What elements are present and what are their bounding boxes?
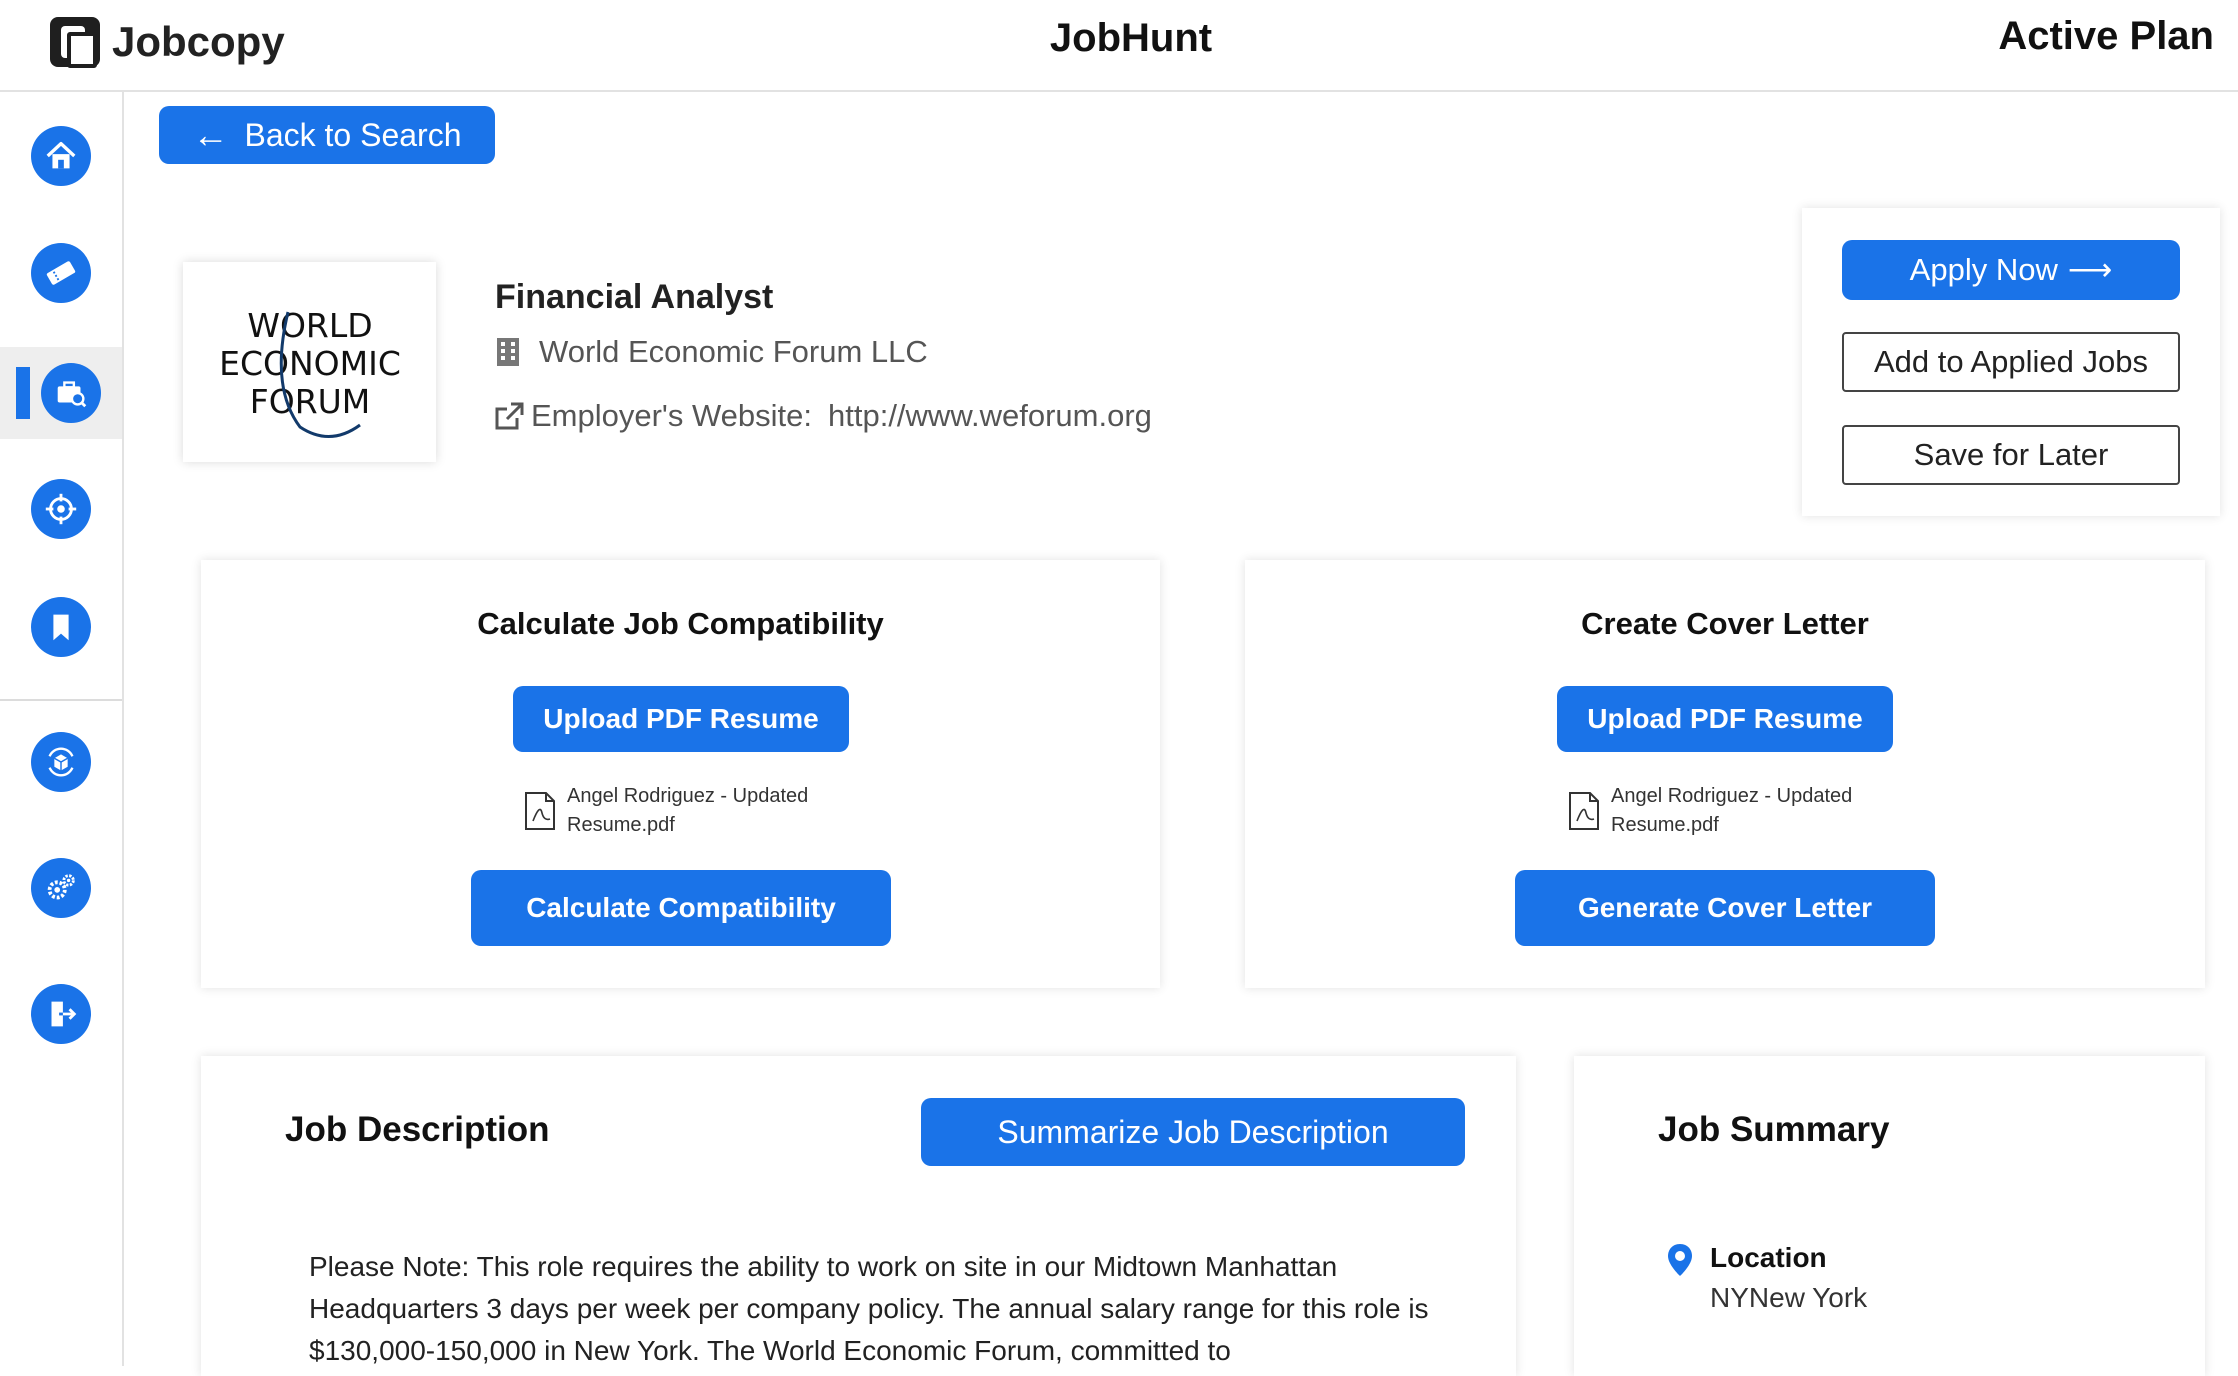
job-description-title: Job Description [285,1110,550,1149]
active-plan-link[interactable]: Active Plan [1998,14,2214,59]
sidebar-item-logout[interactable] [0,968,122,1060]
uploaded-file-name: Angel Rodriguez - Updated Resume.pdf [567,785,809,836]
website-label: Employer's Website: [531,398,812,433]
sidebar-item-packages[interactable] [0,716,122,808]
company-logo: WORLD ECONOMIC FORUM [183,262,436,462]
location-pin-icon [1668,1244,1692,1276]
job-actions-card: Apply Now ⟶ Add to Applied Jobs Save for… [1802,208,2220,516]
arrow-left-icon: ← [192,114,229,155]
logo-word-1: WORLD [247,306,372,345]
app-title: JobHunt [1049,16,1213,60]
sidebar-item-home[interactable] [0,110,122,202]
building-icon [497,338,519,366]
job-description-card: Job Description Summarize Job Descriptio… [201,1056,1516,1376]
sidebar-item-saved[interactable] [0,581,122,673]
sidebar-item-tickets[interactable] [0,227,122,319]
logout-icon [31,984,91,1044]
company-name-row: World Economic Forum LLC [495,334,928,370]
logo-word-3: FORUM [249,382,370,421]
job-summary-card: Job Summary Location NYNew York [1574,1056,2205,1376]
job-summary-title: Job Summary [1658,1110,1890,1149]
gears-icon [31,858,91,918]
summarize-job-description-button[interactable]: Summarize Job Description [921,1098,1465,1166]
active-indicator [16,367,30,419]
pdf-file-icon [1569,792,1599,830]
sidebar-item-targets[interactable] [0,463,122,555]
home-icon [31,126,91,186]
briefcase-search-icon [41,363,101,423]
compatibility-title: Calculate Job Compatibility [477,606,884,641]
job-title: Financial Analyst [495,278,774,316]
sidebar-item-settings[interactable] [0,842,122,934]
bookmark-icon [31,597,91,657]
back-to-search-label: Back to Search [244,116,462,153]
target-icon [31,479,91,539]
cover-letter-title: Create Cover Letter [1581,606,1869,641]
generate-cover-letter-button[interactable]: Generate Cover Letter [1515,870,1935,946]
upload-resume-button[interactable]: Upload PDF Resume [1557,686,1893,752]
company-name: World Economic Forum LLC [539,334,928,369]
arrow-right-icon: ⟶ [2067,252,2113,287]
sidebar-item-jobs[interactable] [0,347,122,439]
compatibility-card: Calculate Job Compatibility Upload PDF R… [201,560,1160,988]
sidebar-divider [0,699,122,701]
top-bar: Jobcopy JobHunt Active Plan [0,0,2238,92]
uploaded-file: Angel Rodriguez - Updated Resume.pdf [1567,782,1891,840]
sidebar [0,92,124,1366]
save-for-later-button[interactable]: Save for Later [1842,425,2180,485]
uploaded-file-name: Angel Rodriguez - Updated Resume.pdf [1611,785,1853,836]
uploaded-file: Angel Rodriguez - Updated Resume.pdf [523,782,847,840]
pdf-file-icon [525,792,555,830]
ticket-icon [31,243,91,303]
external-link-icon [495,402,524,430]
upload-resume-button[interactable]: Upload PDF Resume [513,686,849,752]
location-label: Location [1710,1242,1827,1273]
back-to-search-button[interactable]: ← Back to Search [159,106,495,164]
location-value: NYNew York [1710,1282,1868,1313]
calculate-compatibility-button[interactable]: Calculate Compatibility [471,870,891,946]
cover-letter-card: Create Cover Letter Upload PDF Resume An… [1245,560,2205,988]
box-refresh-icon [31,732,91,792]
website-link[interactable]: http://www.weforum.org [828,398,1152,434]
employer-website-row: Employer's Website: http://www.weforum.o… [493,398,1152,434]
apply-now-label: Apply Now [1909,252,2058,287]
job-description-text: Please Note: This role requires the abil… [309,1251,1429,1366]
logo-word-2: ECONOMIC [219,344,401,383]
add-to-applied-jobs-button[interactable]: Add to Applied Jobs [1842,332,2180,392]
apply-now-button[interactable]: Apply Now ⟶ [1842,240,2180,300]
